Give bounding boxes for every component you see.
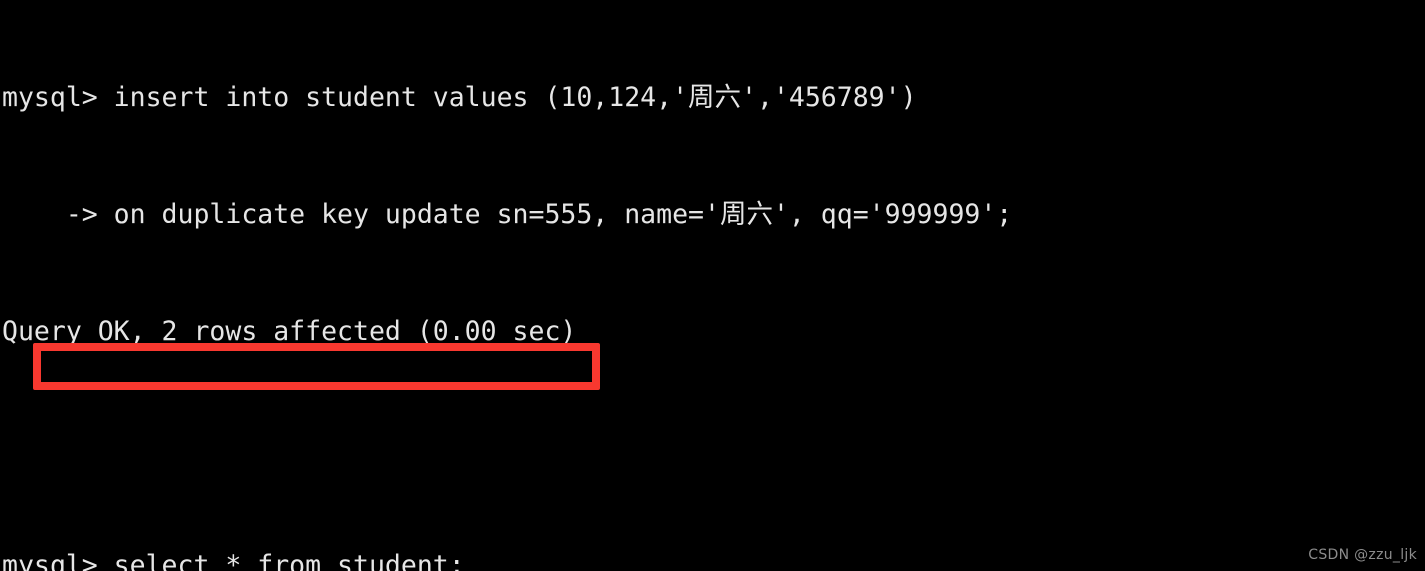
terminal-output[interactable]: mysql> insert into student values (10,12… xyxy=(2,0,1425,571)
terminal-line-on-duplicate-key: -> on duplicate key update sn=555, name=… xyxy=(2,199,1013,230)
terminal-line-query-ok: Query OK, 2 rows affected (0.00 sec) xyxy=(2,316,577,347)
terminal-line-insert-statement: mysql> insert into student values (10,12… xyxy=(2,82,917,113)
terminal-line-select-statement: mysql> select * from student; xyxy=(2,550,465,571)
watermark-label: CSDN @zzu_ljk xyxy=(1308,547,1417,563)
terminal-screen: mysql> insert into student values (10,12… xyxy=(0,0,1425,571)
